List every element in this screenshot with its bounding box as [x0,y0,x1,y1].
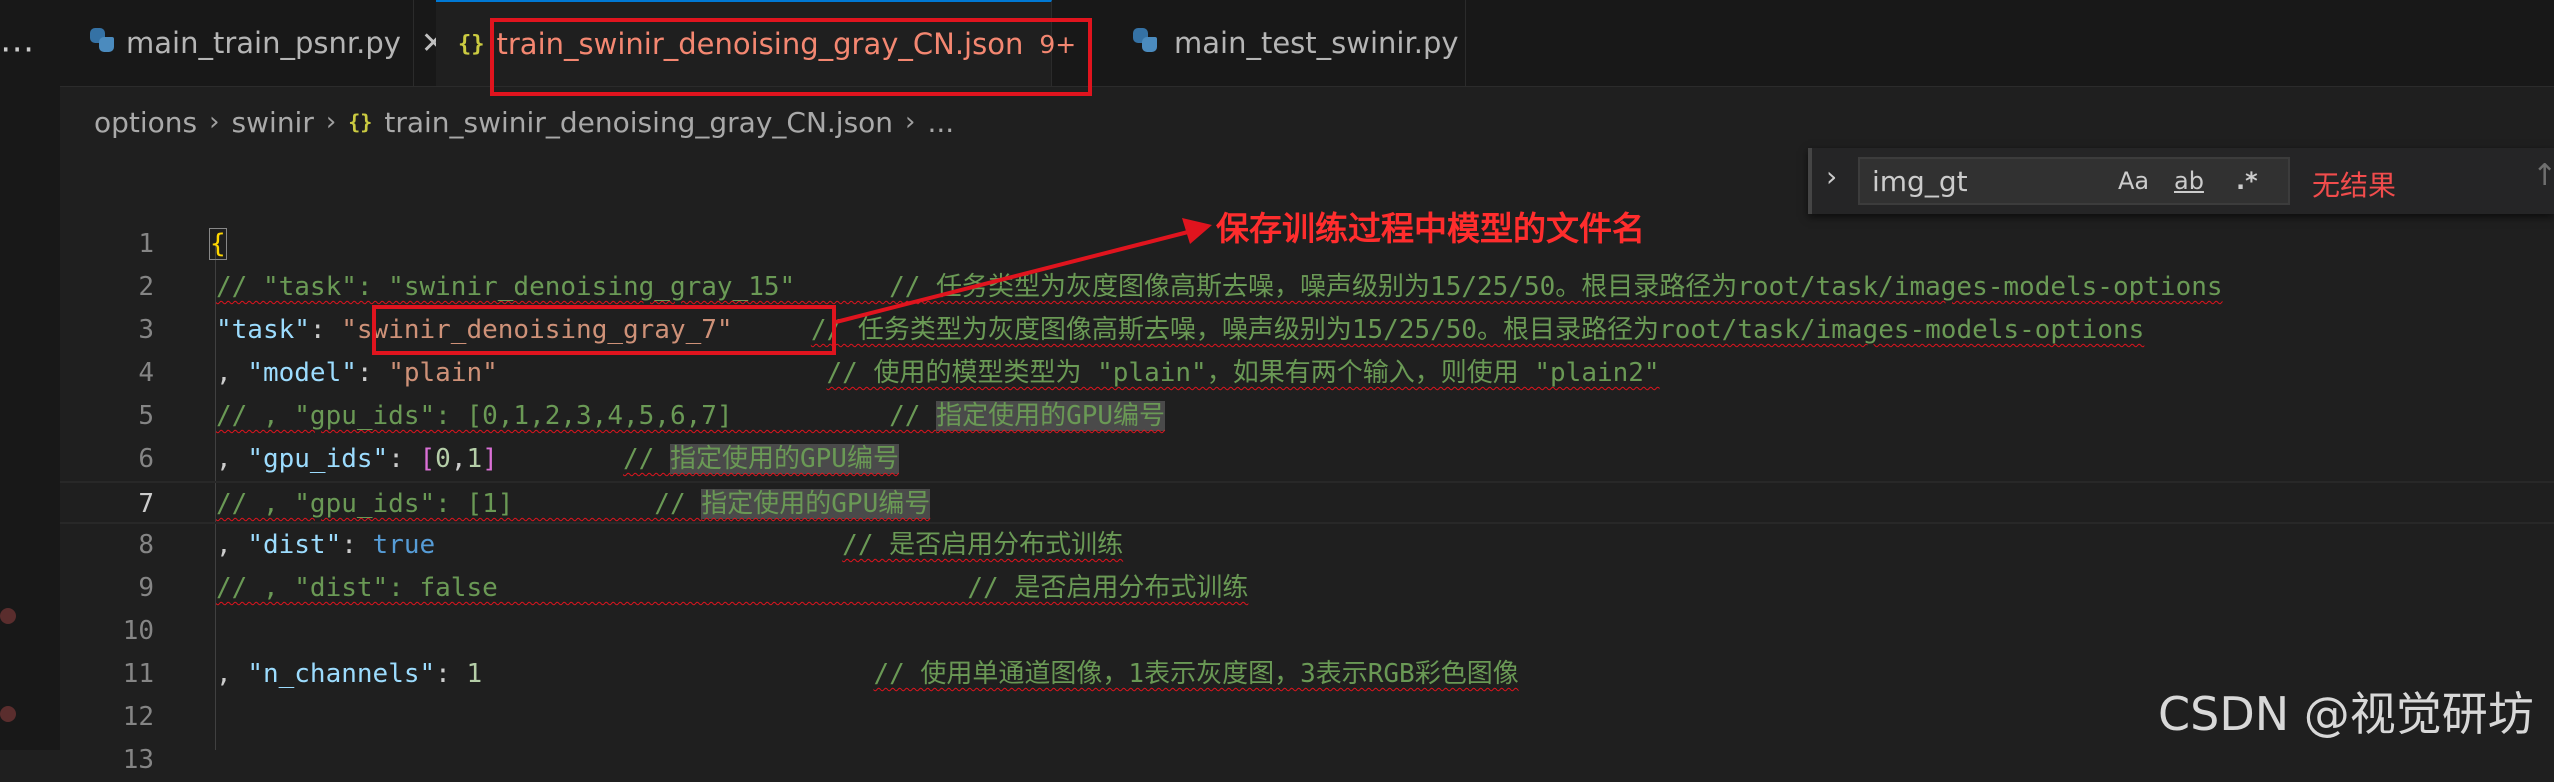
annotation-arrow [835,218,1212,324]
annotation-label: 保存训练过程中模型的文件名 [1216,209,1645,248]
watermark: CSDN @视觉研坊 [2158,687,2534,741]
